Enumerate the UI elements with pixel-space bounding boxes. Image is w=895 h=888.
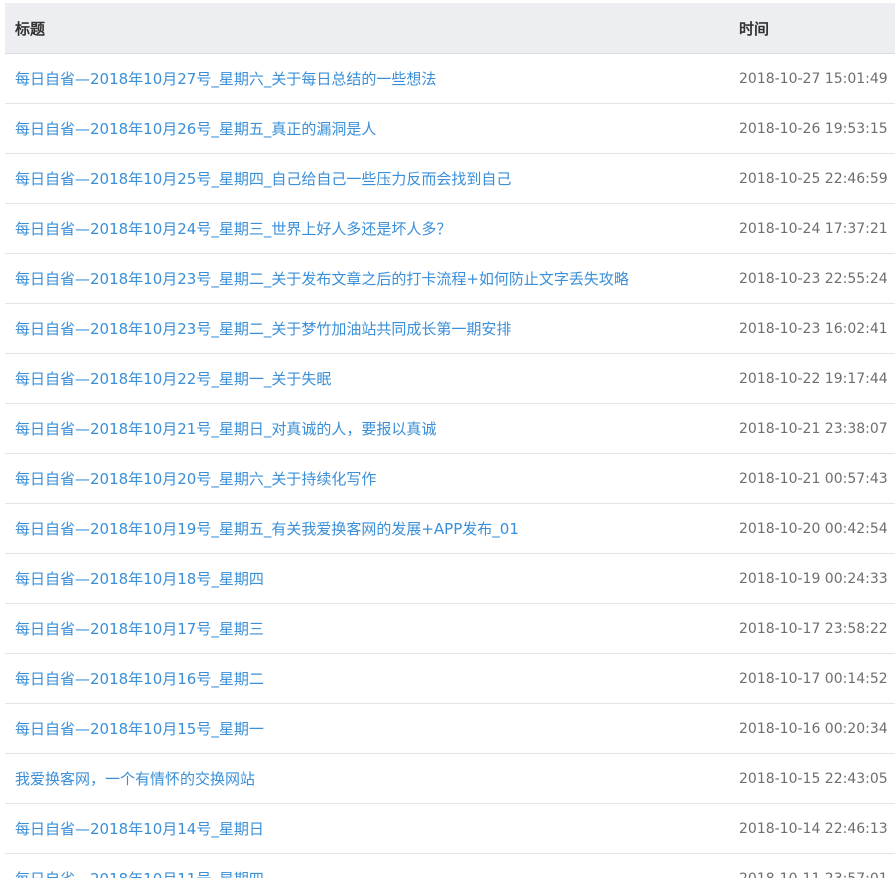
title-cell: 每日自省—2018年10月19号_星期五_有关我爱换客网的发展+APP发布_01 [5,503,730,554]
table-row: 每日自省—2018年10月26号_星期五_真正的漏洞是人 2018-10-26 … [5,103,895,154]
time-cell: 2018-10-16 00:20:34 [730,703,895,754]
title-cell: 每日自省—2018年10月11号_星期四 [5,853,730,879]
title-cell: 每日自省—2018年10月27号_星期六_关于每日总结的一些想法 [5,53,730,104]
time-cell: 2018-10-21 23:38:07 [730,403,895,454]
time-cell: 2018-10-17 23:58:22 [730,603,895,654]
article-title-link[interactable]: 每日自省—2018年10月27号_星期六_关于每日总结的一些想法 [15,70,436,88]
article-title-link[interactable]: 每日自省—2018年10月23号_星期二_关于梦竹加油站共同成长第一期安排 [15,320,511,338]
time-cell: 2018-10-17 00:14:52 [730,653,895,704]
table-row: 每日自省—2018年10月20号_星期六_关于持续化写作 2018-10-21 … [5,453,895,504]
article-title-link[interactable]: 每日自省—2018年10月18号_星期四 [15,570,264,588]
time-cell: 2018-10-14 22:46:13 [730,803,895,854]
title-cell: 每日自省—2018年10月15号_星期一 [5,703,730,754]
table-row: 每日自省—2018年10月15号_星期一 2018-10-16 00:20:34 [5,703,895,754]
article-title-link[interactable]: 每日自省—2018年10月25号_星期四_自己给自己一些压力反而会找到自己 [15,170,511,188]
header-time: 时间 [730,3,895,54]
time-cell: 2018-10-23 16:02:41 [730,303,895,354]
title-cell: 每日自省—2018年10月18号_星期四 [5,553,730,604]
article-table-container: 标题 时间 每日自省—2018年10月27号_星期六_关于每日总结的一些想法 2… [5,3,895,879]
time-cell: 2018-10-24 17:37:21 [730,203,895,254]
title-cell: 每日自省—2018年10月25号_星期四_自己给自己一些压力反而会找到自己 [5,153,730,204]
article-title-link[interactable]: 每日自省—2018年10月17号_星期三 [15,620,264,638]
article-title-link[interactable]: 每日自省—2018年10月15号_星期一 [15,720,264,738]
table-row: 每日自省—2018年10月23号_星期二_关于梦竹加油站共同成长第一期安排 20… [5,303,895,354]
article-title-link[interactable]: 每日自省—2018年10月19号_星期五_有关我爱换客网的发展+APP发布_01 [15,520,519,538]
bottom-edge [0,878,895,888]
time-cell: 2018-10-21 00:57:43 [730,453,895,504]
time-cell: 2018-10-23 22:55:24 [730,253,895,304]
title-cell: 每日自省—2018年10月17号_星期三 [5,603,730,654]
table-row: 每日自省—2018年10月19号_星期五_有关我爱换客网的发展+APP发布_01… [5,503,895,554]
title-cell: 每日自省—2018年10月20号_星期六_关于持续化写作 [5,453,730,504]
table-row: 每日自省—2018年10月27号_星期六_关于每日总结的一些想法 2018-10… [5,53,895,104]
title-cell: 每日自省—2018年10月24号_星期三_世界上好人多还是坏人多？ [5,203,730,254]
article-title-link[interactable]: 每日自省—2018年10月23号_星期二_关于发布文章之后的打卡流程+如何防止文… [15,270,629,288]
title-cell: 每日自省—2018年10月21号_星期日_对真诚的人，要报以真诚 [5,403,730,454]
time-cell: 2018-10-20 00:42:54 [730,503,895,554]
time-cell: 2018-10-15 22:43:05 [730,753,895,804]
title-cell: 每日自省—2018年10月23号_星期二_关于发布文章之后的打卡流程+如何防止文… [5,253,730,304]
table-row: 每日自省—2018年10月11号_星期四 2018-10-11 23:57:01 [5,853,895,879]
article-title-link[interactable]: 每日自省—2018年10月24号_星期三_世界上好人多还是坏人多？ [15,220,451,238]
time-cell: 2018-10-22 19:17:44 [730,353,895,404]
table-row: 每日自省—2018年10月16号_星期二 2018-10-17 00:14:52 [5,653,895,704]
time-cell: 2018-10-19 00:24:33 [730,553,895,604]
time-cell: 2018-10-27 15:01:49 [730,53,895,104]
article-title-link[interactable]: 我爱换客网，一个有情怀的交换网站 [15,770,255,788]
table-row: 每日自省—2018年10月24号_星期三_世界上好人多还是坏人多？ 2018-1… [5,203,895,254]
time-cell: 2018-10-26 19:53:15 [730,103,895,154]
article-title-link[interactable]: 每日自省—2018年10月21号_星期日_对真诚的人，要报以真诚 [15,420,436,438]
article-title-link[interactable]: 每日自省—2018年10月22号_星期一_关于失眠 [15,370,331,388]
table-header-row: 标题 时间 [5,3,895,54]
table-row: 我爱换客网，一个有情怀的交换网站 2018-10-15 22:43:05 [5,753,895,804]
title-cell: 每日自省—2018年10月16号_星期二 [5,653,730,704]
table-row: 每日自省—2018年10月22号_星期一_关于失眠 2018-10-22 19:… [5,353,895,404]
table-row: 每日自省—2018年10月21号_星期日_对真诚的人，要报以真诚 2018-10… [5,403,895,454]
title-cell: 每日自省—2018年10月23号_星期二_关于梦竹加油站共同成长第一期安排 [5,303,730,354]
article-title-link[interactable]: 每日自省—2018年10月16号_星期二 [15,670,264,688]
time-cell: 2018-10-25 22:46:59 [730,153,895,204]
header-title: 标题 [5,3,730,54]
time-cell: 2018-10-11 23:57:01 [730,853,895,879]
table-row: 每日自省—2018年10月25号_星期四_自己给自己一些压力反而会找到自己 20… [5,153,895,204]
article-title-link[interactable]: 每日自省—2018年10月14号_星期日 [15,820,264,838]
title-cell: 每日自省—2018年10月22号_星期一_关于失眠 [5,353,730,404]
table-row: 每日自省—2018年10月14号_星期日 2018-10-14 22:46:13 [5,803,895,854]
article-title-link[interactable]: 每日自省—2018年10月26号_星期五_真正的漏洞是人 [15,120,376,138]
title-cell: 我爱换客网，一个有情怀的交换网站 [5,753,730,804]
table-row: 每日自省—2018年10月23号_星期二_关于发布文章之后的打卡流程+如何防止文… [5,253,895,304]
table-row: 每日自省—2018年10月17号_星期三 2018-10-17 23:58:22 [5,603,895,654]
title-cell: 每日自省—2018年10月26号_星期五_真正的漏洞是人 [5,103,730,154]
article-table: 标题 时间 每日自省—2018年10月27号_星期六_关于每日总结的一些想法 2… [5,3,895,879]
article-title-link[interactable]: 每日自省—2018年10月20号_星期六_关于持续化写作 [15,470,376,488]
title-cell: 每日自省—2018年10月14号_星期日 [5,803,730,854]
table-row: 每日自省—2018年10月18号_星期四 2018-10-19 00:24:33 [5,553,895,604]
